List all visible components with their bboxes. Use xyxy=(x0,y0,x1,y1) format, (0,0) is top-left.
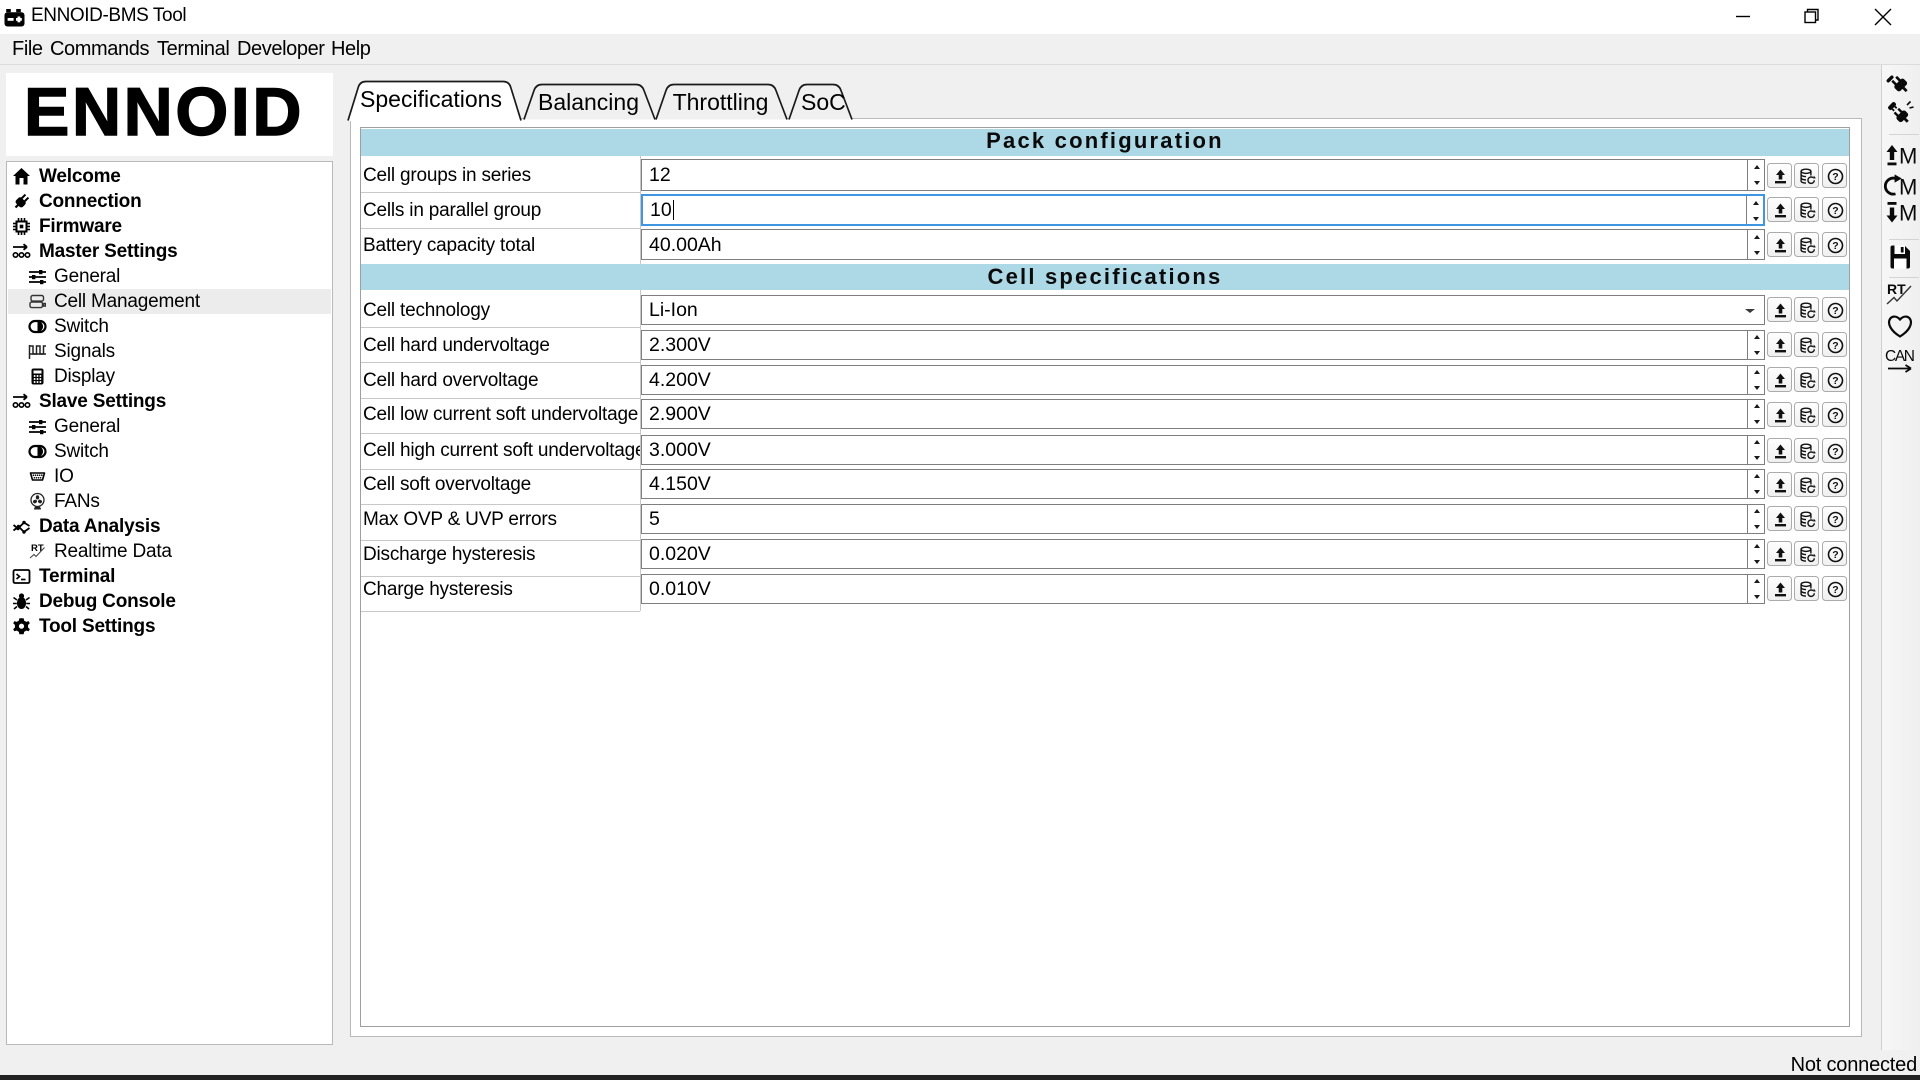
svg-text:?: ? xyxy=(1832,515,1838,527)
svg-text:?: ? xyxy=(1832,584,1838,596)
svg-text:?: ? xyxy=(1832,205,1838,217)
svg-text:?: ? xyxy=(1832,549,1838,561)
svg-text:M: M xyxy=(1899,144,1917,169)
svg-text:?: ? xyxy=(1832,240,1838,252)
svg-text:RT: RT xyxy=(31,543,44,554)
svg-text:?: ? xyxy=(1832,480,1838,492)
svg-text:M: M xyxy=(1899,201,1917,226)
svg-text:?: ? xyxy=(1832,306,1838,318)
svg-text:?: ? xyxy=(1832,171,1838,183)
svg-text:?: ? xyxy=(1832,446,1838,458)
svg-text:?: ? xyxy=(1832,340,1838,352)
svg-text:?: ? xyxy=(1832,410,1838,422)
svg-text:M: M xyxy=(1899,175,1917,200)
svg-text:CAN: CAN xyxy=(1885,348,1915,365)
svg-text:?: ? xyxy=(1832,375,1838,387)
